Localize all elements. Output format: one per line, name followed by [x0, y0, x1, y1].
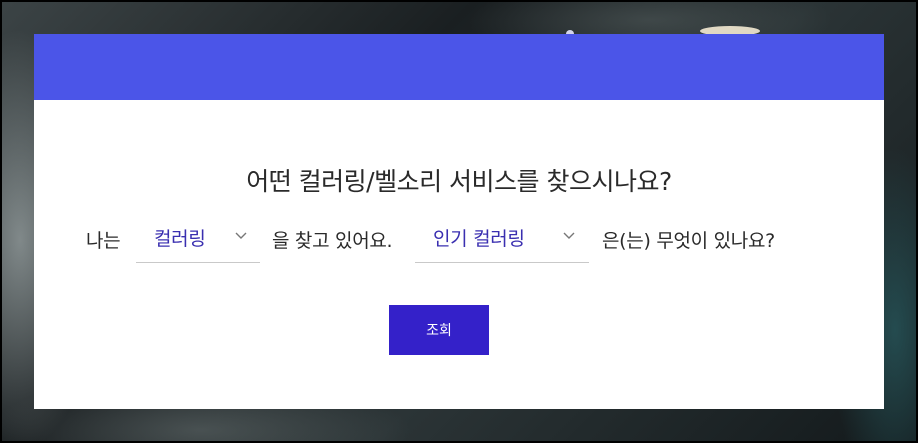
window-border: [0, 0, 918, 443]
